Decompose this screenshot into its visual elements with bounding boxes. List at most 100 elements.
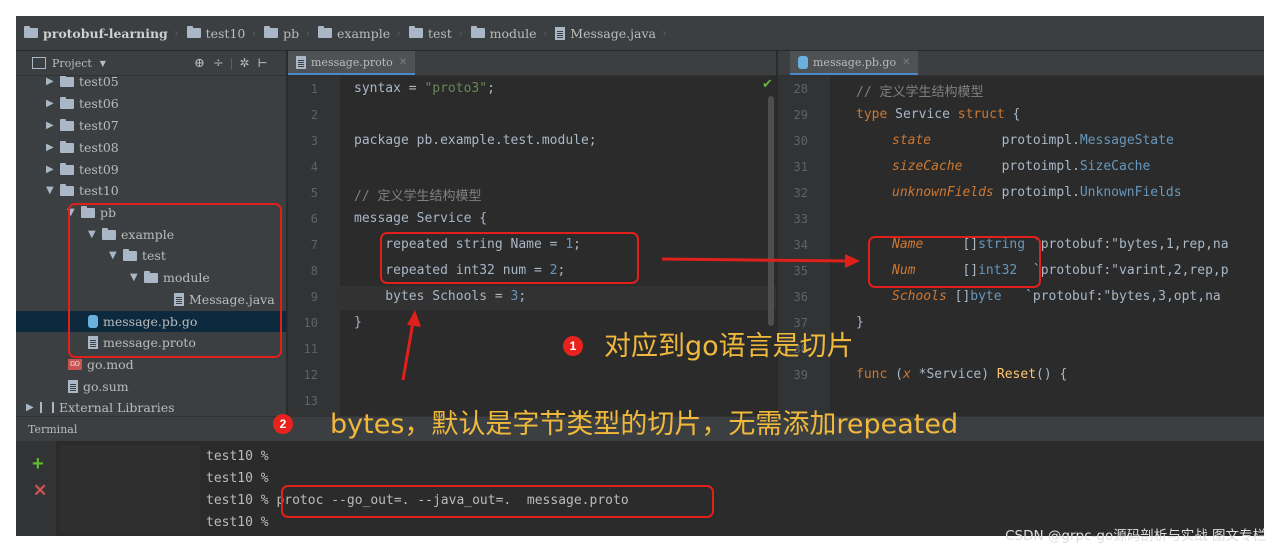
line-number: 5 (310, 186, 318, 200)
line-number: 3 (310, 134, 318, 148)
breadcrumb-item[interactable]: Message.java › (547, 26, 667, 41)
highlight-box-go-slices (868, 236, 1041, 288)
divider: | (229, 56, 234, 70)
tree-item-test08[interactable]: ▶ test08 (46, 137, 119, 158)
code-line: bytes Schools = 3; (354, 289, 527, 304)
left-line-gutter: 1 2 3 4 5 6 7 8 9 10 11 12 13 (288, 76, 340, 416)
collapse-arrow-icon[interactable]: ▼ (46, 185, 60, 196)
line-number: 36 (793, 290, 808, 304)
hide-icon[interactable]: ⊢ (258, 56, 268, 70)
line-number: 8 (310, 264, 318, 278)
annotation-badge-1: 1 (563, 336, 583, 356)
expand-arrow-icon[interactable]: ▶ (46, 120, 60, 131)
gear-icon[interactable]: ✲ (239, 56, 249, 70)
terminal-toolbar: + ✕ (16, 441, 56, 536)
folder-icon (186, 26, 201, 38)
close-icon[interactable]: ✕ (33, 481, 47, 501)
code-line: unknownFields protoimpl.UnknownFields (892, 185, 1182, 200)
code-line: package pb.example.test.module; (354, 133, 597, 148)
line-number: 30 (793, 134, 808, 148)
breadcrumb-item[interactable]: protobuf-learning › (16, 26, 179, 41)
file-icon (68, 380, 78, 393)
expand-arrow-icon[interactable]: ▶ (26, 402, 40, 413)
gopher-file-icon (798, 55, 808, 69)
line-number: 9 (310, 290, 318, 304)
line-number: 10 (303, 316, 318, 330)
code-line: state protoimpl.MessageState (892, 133, 1174, 148)
tree-item-test10[interactable]: ▼ test10 (46, 180, 119, 201)
breadcrumb-item[interactable]: pb › (256, 26, 310, 41)
close-icon[interactable]: ✕ (399, 57, 407, 68)
terminal-line: test10 % (206, 471, 269, 486)
tree-item-test09[interactable]: ▶ test09 (46, 159, 119, 180)
line-number: 39 (793, 368, 808, 382)
line-number: 2 (310, 108, 318, 122)
line-number: 7 (310, 238, 318, 252)
project-dropdown[interactable]: Project (52, 57, 92, 70)
line-number: 6 (310, 212, 318, 226)
target-icon[interactable]: ⊕ (194, 56, 205, 71)
go-mod-icon: GO (68, 359, 82, 370)
tree-item-go-sum[interactable]: go.sum (68, 376, 129, 397)
expand-arrow-icon[interactable]: ▶ (46, 76, 60, 87)
folder-icon (60, 183, 74, 196)
breadcrumb-item[interactable]: test › (401, 26, 463, 41)
tree-item-external-libraries[interactable]: ▶ External Libraries (26, 397, 175, 416)
code-line: type Service struct { (856, 107, 1021, 122)
tree-item-test06[interactable]: ▶ test06 (46, 93, 119, 114)
code-line: } (856, 315, 864, 330)
add-icon[interactable]: + (32, 453, 44, 476)
code-line: func (x *Service) Reset() { (856, 367, 1068, 382)
close-icon[interactable]: ✕ (902, 57, 910, 68)
line-number: 12 (303, 368, 318, 382)
tab-message-pb-go[interactable]: message.pb.go ✕ (790, 51, 919, 75)
highlight-box-command (281, 485, 714, 518)
folder-icon (60, 118, 74, 131)
terminal-line: test10 % (206, 515, 269, 530)
terminal-title[interactable]: Terminal (28, 423, 77, 436)
tree-item-test05[interactable]: ▶ test05 (46, 76, 119, 92)
line-number: 4 (310, 160, 318, 174)
project-icon (32, 57, 46, 69)
code-line: Schools []byte `protobuf:"bytes,3,opt,na (892, 289, 1221, 304)
expand-arrow-icon[interactable]: ▶ (46, 142, 60, 153)
library-icon (40, 402, 54, 413)
check-icon: ✔ (762, 76, 773, 91)
scrollbar[interactable] (768, 96, 774, 326)
breadcrumb-item[interactable]: example › (310, 26, 401, 41)
proto-file-icon (296, 55, 306, 69)
line-number: 29 (793, 108, 808, 122)
chevron-down-icon[interactable]: ▼ (100, 59, 106, 68)
collapse-icon[interactable]: ÷ (213, 56, 224, 71)
line-number: 32 (793, 186, 808, 200)
folder-icon (60, 162, 74, 175)
left-editor-tabs: message.proto ✕ (288, 51, 776, 76)
java-file-icon (555, 26, 566, 40)
tab-message-proto[interactable]: message.proto ✕ (288, 51, 416, 75)
folder-icon (60, 140, 74, 153)
code-line: message Service { (354, 211, 488, 226)
right-editor-tabs: message.pb.go ✕ (778, 51, 1264, 76)
expand-arrow-icon[interactable]: ▶ (46, 164, 60, 175)
line-number: 28 (793, 82, 808, 96)
code-comment: // 定义学生结构模型 (354, 189, 482, 204)
breadcrumb-item[interactable]: module › (463, 26, 547, 41)
line-number: 35 (793, 264, 808, 278)
redacted-area (60, 445, 200, 533)
folder-icon (24, 26, 38, 38)
tree-item-test07[interactable]: ▶ test07 (46, 115, 119, 136)
breadcrumb-item[interactable]: test10 › (179, 26, 256, 41)
folder-icon (318, 26, 332, 38)
line-number: 1 (310, 82, 318, 96)
code-line: } (354, 315, 362, 330)
line-number: 31 (793, 160, 808, 174)
breadcrumb: protobuf-learning › test10 › pb › example › … (16, 16, 1264, 51)
folder-icon (408, 26, 423, 38)
code-comment: // 定义学生结构模型 (856, 85, 984, 100)
line-number: 33 (793, 212, 808, 226)
line-number: 34 (793, 238, 808, 252)
expand-arrow-icon[interactable]: ▶ (46, 98, 60, 109)
annotation-text-2: bytes，默认是字节类型的切片，无需添加repeated (330, 409, 959, 440)
folder-icon (470, 26, 485, 38)
annotation-badge-2: 2 (273, 414, 293, 434)
